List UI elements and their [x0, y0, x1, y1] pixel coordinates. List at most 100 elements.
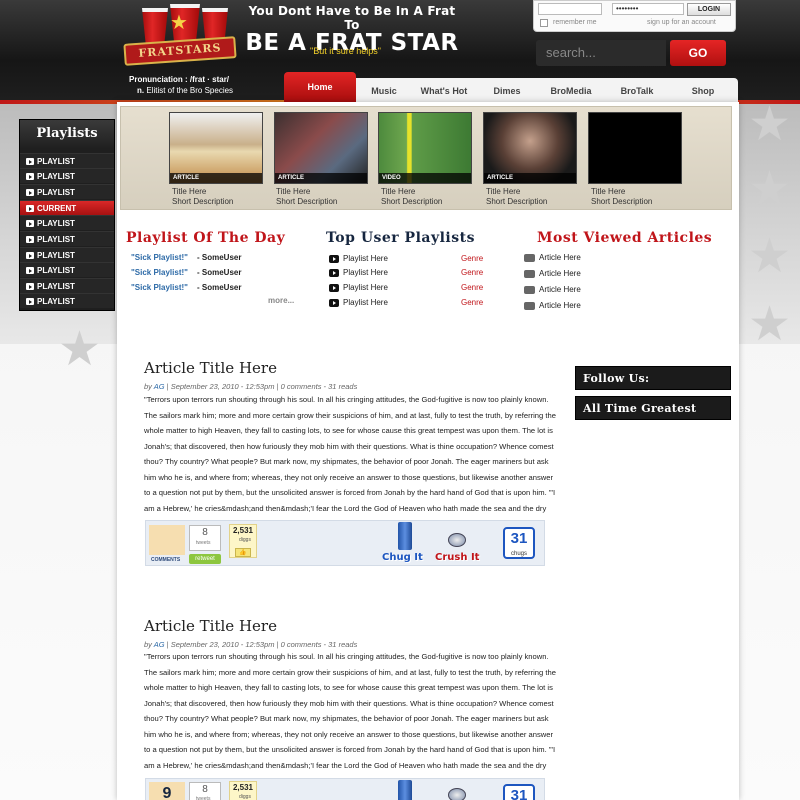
author-link[interactable]: AG [154, 382, 165, 391]
tab-shop[interactable]: Shop [670, 79, 736, 103]
comments-count-box[interactable]: 9 [149, 782, 185, 800]
comments-label: COMMENTS [151, 557, 181, 563]
slide-title[interactable]: Title Here [591, 187, 625, 196]
slide-title[interactable]: Title Here [381, 187, 415, 196]
article-title[interactable]: Article Title Here [144, 617, 277, 635]
author-link[interactable]: AG [154, 640, 165, 649]
tab-home[interactable]: Home [284, 72, 356, 102]
play-icon [26, 205, 34, 212]
tab-bromedia[interactable]: BroMedia [538, 79, 604, 103]
play-icon [26, 220, 34, 227]
pronunciation-text: /frat · star/ [189, 75, 230, 84]
tab-brotalk[interactable]: BroTalk [604, 79, 670, 103]
diggs-label: diggs [239, 537, 251, 543]
comment-bubble-icon [524, 286, 535, 294]
slide-title[interactable]: Title Here [276, 187, 310, 196]
top-playlist-link[interactable]: Playlist Here [343, 298, 388, 307]
sidebar-item-current[interactable]: CURRENT [20, 200, 114, 215]
article-body: "Terrors upon terrors run shouting throu… [144, 395, 556, 513]
most-viewed-link[interactable]: Article Here [539, 301, 581, 310]
article-meta: by AG | September 23, 2010 - 12:53pm | 0… [144, 382, 357, 391]
background-star-icon: ★ [748, 228, 792, 284]
sidebar-title: Playlists [20, 120, 114, 148]
more-link[interactable]: more... [268, 296, 294, 305]
slide-tag: VIDEO [379, 173, 471, 183]
play-icon [26, 252, 34, 259]
potd-user[interactable]: - SomeUser [197, 253, 241, 262]
retweet-button[interactable]: retweet [189, 554, 221, 564]
tweet-counter: 8 [189, 525, 221, 551]
tab-dimes[interactable]: Dimes [476, 79, 538, 103]
sidebar-item-label: CURRENT [37, 204, 77, 213]
genre-link[interactable]: Genre [461, 298, 483, 307]
play-icon[interactable] [329, 299, 339, 307]
slide-description: Short Description [381, 197, 443, 206]
search-button[interactable]: GO [670, 40, 726, 66]
slide-thumbnail[interactable]: VIDEO [378, 112, 472, 184]
slide-tag: ARTICLE [275, 173, 367, 183]
all-time-greatest-box[interactable]: All Time Greatest [575, 396, 731, 420]
article-title[interactable]: Article Title Here [144, 359, 277, 377]
sidebar-item-playlist[interactable]: PLAYLIST [20, 247, 114, 262]
background-star-icon: ★ [748, 161, 792, 217]
top-playlist-link[interactable]: Playlist Here [343, 268, 388, 277]
crushed-can-icon [448, 533, 466, 547]
top-playlist-link[interactable]: Playlist Here [343, 283, 388, 292]
genre-link[interactable]: Genre [461, 254, 483, 263]
slide-title[interactable]: Title Here [486, 187, 520, 196]
sidebar-item-playlist[interactable]: PLAYLIST [20, 184, 114, 199]
password-input[interactable]: •••••••• [612, 3, 684, 15]
play-icon[interactable] [329, 284, 339, 292]
slide-thumbnail[interactable]: ARTICLE [483, 112, 577, 184]
potd-playlist-link[interactable]: "Sick Playlist!" [131, 283, 188, 292]
play-icon[interactable] [329, 255, 339, 263]
sidebar-item-playlist[interactable]: PLAYLIST [20, 168, 114, 183]
slide-thumbnail[interactable]: ARTICLE [274, 112, 368, 184]
signup-link[interactable]: sign up for an account [647, 19, 716, 26]
slide-thumbnail[interactable] [588, 112, 682, 184]
top-user-playlists-title: Top User Playlists [326, 230, 475, 246]
top-playlist-link[interactable]: Playlist Here [343, 254, 388, 263]
sidebar-item-playlist[interactable]: PLAYLIST [20, 215, 114, 230]
background-star-icon: ★ [748, 296, 792, 352]
genre-link[interactable]: Genre [461, 283, 483, 292]
crushed-can-icon [448, 788, 466, 800]
most-viewed-link[interactable]: Article Here [539, 253, 581, 262]
sidebar-item-playlist[interactable]: PLAYLIST [20, 293, 114, 308]
potd-user[interactable]: - SomeUser [197, 283, 241, 292]
sidebar-item-playlist[interactable]: PLAYLIST [20, 262, 114, 277]
sidebar-item-label: PLAYLIST [37, 297, 75, 306]
play-icon [26, 158, 34, 165]
follow-us-box[interactable]: Follow Us: [575, 366, 731, 390]
potd-playlist-link[interactable]: "Sick Playlist!" [131, 253, 188, 262]
most-viewed-link[interactable]: Article Here [539, 285, 581, 294]
chug-it-button[interactable]: Chug It [382, 552, 423, 563]
potd-user[interactable]: - SomeUser [197, 268, 241, 277]
meta-details: | September 23, 2010 - 12:53pm | 0 comme… [164, 382, 358, 391]
play-icon[interactable] [329, 269, 339, 277]
sidebar-item-playlist[interactable]: PLAYLIST [20, 153, 114, 168]
crush-it-button[interactable]: Crush It [435, 552, 479, 563]
comment-bubble-icon [524, 270, 535, 278]
username-input[interactable] [538, 3, 602, 15]
potd-playlist-link[interactable]: "Sick Playlist!" [131, 268, 188, 277]
definition-text: Elitist of the Bro Species [146, 86, 234, 95]
play-icon [26, 283, 34, 290]
sidebar-item-playlist[interactable]: PLAYLIST [20, 278, 114, 293]
slide-title[interactable]: Title Here [172, 187, 206, 196]
remember-checkbox[interactable] [540, 19, 548, 27]
login-button[interactable]: LOGIN [687, 3, 731, 16]
search-input[interactable]: search... [536, 40, 666, 66]
thumbs-up-icon[interactable]: 👍 [235, 548, 251, 557]
tab-music[interactable]: Music [356, 79, 412, 103]
pronunciation: Pronunciation : /frat · star/ n. Elitist… [129, 74, 244, 96]
beer-can-icon [398, 780, 412, 800]
comments-count-box[interactable] [149, 525, 185, 555]
tab-whats-hot[interactable]: What's Hot [412, 79, 476, 103]
slide-thumbnail[interactable]: ARTICLE [169, 112, 263, 184]
background-star-icon: ★ [748, 96, 792, 152]
most-viewed-link[interactable]: Article Here [539, 269, 581, 278]
sidebar-item-playlist[interactable]: PLAYLIST [20, 231, 114, 246]
genre-link[interactable]: Genre [461, 268, 483, 277]
slide-description: Short Description [172, 197, 234, 206]
